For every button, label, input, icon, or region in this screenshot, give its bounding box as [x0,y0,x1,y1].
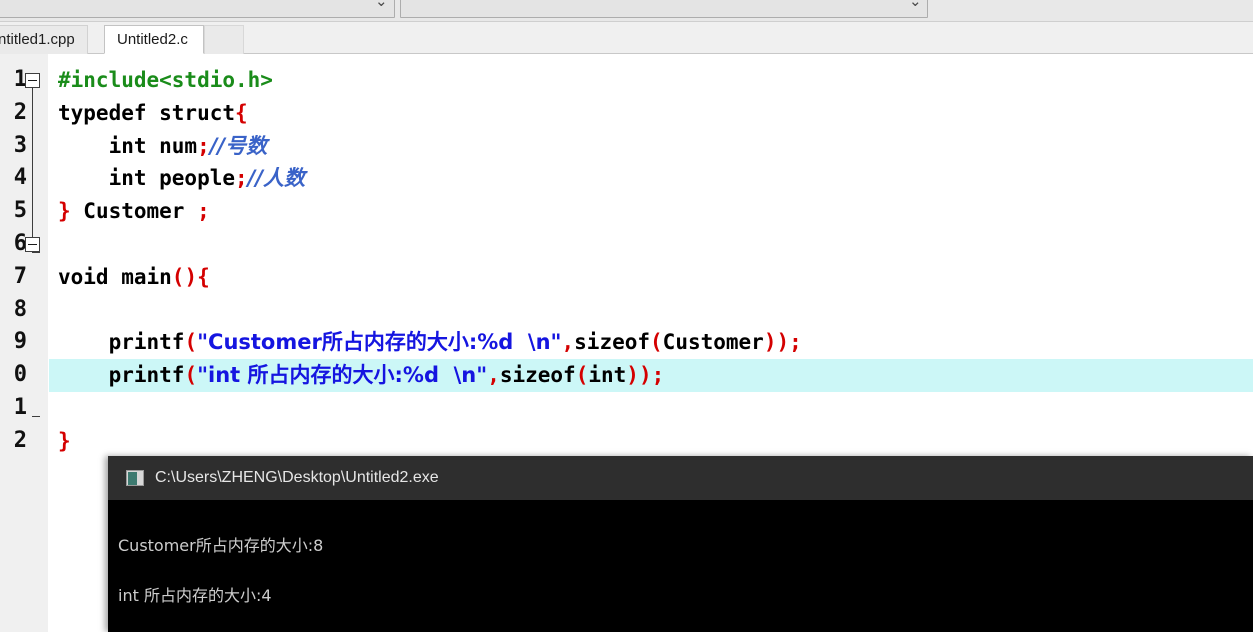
code-token: ( [184,330,198,355]
code-line[interactable]: printf("Customer所占内存的大小:%d \n",sizeof(Cu… [49,326,1253,359]
code-token: )); [763,330,802,355]
line-number: 1 [13,394,27,420]
code-token: int people [58,166,236,191]
console-line-1: Customer所占内存的大小:8 [118,536,324,555]
tab-label: Untitled2.c [117,31,188,48]
code-line[interactable]: int people;//人数 [49,162,1253,195]
code-line[interactable]: #include<stdio.h> [49,64,1253,97]
code-line[interactable]: int num;//号数 [49,130,1253,163]
ide-window: ntitled1.cpp Untitled2.c 1 2 3 4 5 6 7 8 9 0 1 2 #i… [0,0,1253,632]
code-token: printf [58,330,185,355]
code-token: Customer [662,330,764,355]
code-token: ; [197,133,210,158]
line-number: 6 [13,230,27,256]
console-window[interactable]: C:\Users\ZHENG\Desktop\Untitled2.exe Cus… [108,456,1253,632]
code-token: ; [235,166,248,191]
code-line[interactable]: } [49,425,1253,458]
code-token: #include<stdio.h> [58,68,273,92]
line-number: 0 [13,362,27,388]
fold-guide-end-line-12 [32,416,40,417]
code-token: ( [650,330,663,355]
console-title-text: C:\Users\ZHENG\Desktop\Untitled2.exe [155,469,439,486]
code-token: printf [58,363,185,388]
fold-guide-line-2 [32,88,33,252]
code-token: ; [197,199,210,224]
line-number: 1 [13,67,27,92]
fold-toggle-line-2[interactable] [25,73,40,88]
code-token: //人数 [247,166,306,191]
code-token: ( [575,363,589,388]
code-token: } [58,428,71,453]
tab-label: ntitled1.cpp [0,31,75,48]
console-title-bar[interactable]: C:\Users\ZHENG\Desktop\Untitled2.exe [108,456,1253,500]
tab-strip-filler [204,25,244,54]
fold-guide-end-line-5 [32,252,40,253]
class-browser-select[interactable] [400,0,928,18]
code-token: void main [58,264,172,289]
line-number: 4 [13,165,27,191]
line-number-column: 1 2 3 4 5 6 7 8 9 0 1 2 [0,64,27,458]
code-line[interactable]: typedef struct{ [49,97,1253,130]
line-number: 8 [13,296,27,322]
code-token: sizeof [574,330,651,355]
line-number: 2 [13,427,27,453]
editor-fold-margin[interactable] [24,54,48,632]
tab-untitled1-cpp[interactable]: ntitled1.cpp [0,25,88,54]
tab-untitled2-c[interactable]: Untitled2.c [104,25,204,54]
console-line-2: int 所占内存的大小:4 [118,586,272,605]
chevron-down-icon [909,1,920,12]
toolbar [0,0,1253,22]
code-token: sizeof [499,363,576,388]
code-token: , [561,330,575,355]
code-token: int [588,363,627,388]
console-output: Customer所占内存的大小:8 int 所占内存的大小:4 --------… [108,500,1253,632]
line-number: 3 [13,132,27,158]
code-token: typedef struct [58,100,236,125]
code-token: { [235,100,248,125]
code-token: //号数 [209,133,268,158]
line-number: 7 [13,263,27,289]
code-token: { [197,264,210,289]
code-token: "int 所占内存的大小:%d \n" [197,363,488,388]
compiler-select[interactable] [0,0,395,18]
line-number: 9 [13,329,27,355]
line-number: 2 [13,99,27,125]
code-token: )); [626,363,665,388]
code-line[interactable] [49,228,1253,261]
code-token: ( [184,363,198,388]
fold-toggle-line-7[interactable] [25,237,40,252]
code-line[interactable] [49,392,1253,425]
code-line[interactable]: void main(){ [49,261,1253,294]
code-token: Customer [70,199,198,224]
editor-tab-bar: ntitled1.cpp Untitled2.c [0,22,1253,54]
chevron-down-icon [375,1,386,12]
code-token: int num [58,133,198,158]
console-window-icon [126,470,144,486]
line-number: 5 [13,198,27,224]
code-token: , [487,363,500,388]
code-token: "Customer所占内存的大小:%d \n" [197,330,562,355]
code-line[interactable]: printf("int 所占内存的大小:%d \n",sizeof(int)); [49,359,1253,392]
code-token: } [58,199,71,224]
code-token: () [171,264,198,289]
code-line[interactable]: } Customer ; [49,195,1253,228]
code-line[interactable] [49,294,1253,327]
